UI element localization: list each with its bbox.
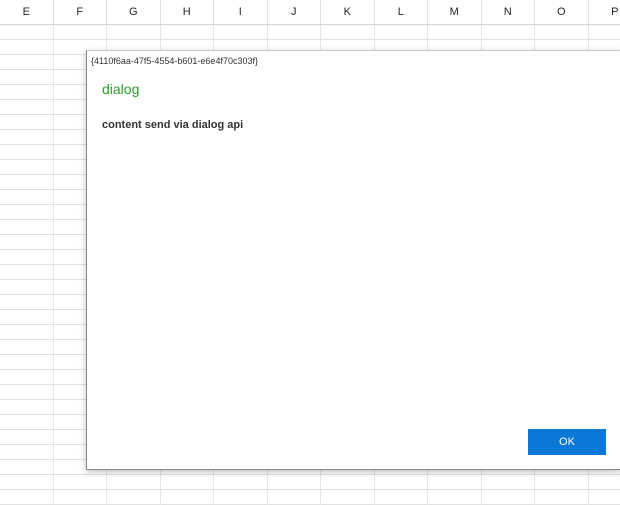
column-gridline (0, 24, 54, 505)
dialog-id-label: {4110f6aa-47f5-4554-b601-e6e4f70c303f} (91, 56, 258, 66)
column-header-f[interactable]: F (54, 0, 107, 24)
column-header-g[interactable]: G (107, 0, 161, 24)
column-header-o[interactable]: O (535, 0, 589, 24)
column-header-j[interactable]: J (268, 0, 321, 24)
column-header-p[interactable]: P (589, 0, 620, 24)
column-header-k[interactable]: K (321, 0, 375, 24)
column-header-row: E F G H I J K L M N O P (0, 0, 620, 25)
dialog-window: {4110f6aa-47f5-4554-b601-e6e4f70c303f} d… (86, 50, 620, 470)
column-header-l[interactable]: L (375, 0, 428, 24)
dialog-content-text: content send via dialog api (102, 119, 244, 131)
column-header-m[interactable]: M (428, 0, 482, 24)
column-header-h[interactable]: H (161, 0, 214, 24)
dialog-title: dialog (102, 81, 140, 97)
column-header-i[interactable]: I (214, 0, 268, 24)
column-header-n[interactable]: N (482, 0, 535, 24)
column-header-e[interactable]: E (0, 0, 54, 24)
ok-button[interactable]: OK (528, 429, 606, 455)
